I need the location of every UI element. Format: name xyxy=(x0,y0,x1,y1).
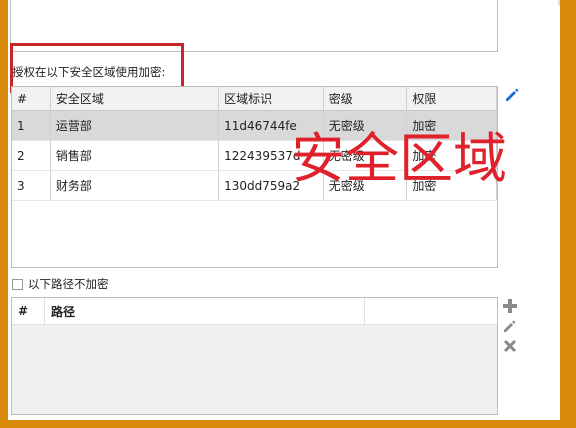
column-header-permission[interactable]: 权限 xyxy=(407,87,497,110)
column-header-zone[interactable]: 安全区域 xyxy=(51,87,220,110)
column-header-level[interactable]: 密级 xyxy=(324,87,408,110)
settings-panel: 授权在以下安全区域使用加密: # 安全区域 区域标识 密级 权限 1 运营部 1… xyxy=(8,0,560,420)
column-header-num[interactable]: # xyxy=(12,87,51,110)
column-header-zone-id[interactable]: 区域标识 xyxy=(219,87,324,110)
zone-name: 销售部 xyxy=(51,141,220,170)
column-header-path[interactable]: 路径 xyxy=(45,298,365,324)
window-corner-icon xyxy=(558,0,560,8)
exclude-paths-option[interactable]: 以下路径不加密 xyxy=(12,276,109,292)
column-header-num[interactable]: # xyxy=(12,298,45,324)
zone-name: 运营部 xyxy=(51,111,220,140)
pencil-icon[interactable] xyxy=(502,318,518,334)
row-num: 1 xyxy=(12,111,51,140)
close-icon[interactable] xyxy=(502,338,518,354)
table-header: # 安全区域 区域标识 密级 权限 xyxy=(12,87,497,111)
exclude-paths-label: 以下路径不加密 xyxy=(28,277,109,291)
pencil-icon[interactable] xyxy=(503,86,521,104)
row-num: 3 xyxy=(12,171,51,200)
exclude-paths-checkbox[interactable] xyxy=(12,278,23,290)
zone-name: 财务部 xyxy=(51,171,220,200)
annotation-overlay-text: 安全区域 xyxy=(291,127,507,190)
column-header-extra[interactable] xyxy=(365,298,497,324)
row-num: 2 xyxy=(12,141,51,170)
table-header: # 路径 xyxy=(12,298,497,325)
excluded-paths-table: # 路径 xyxy=(11,297,498,415)
plus-icon[interactable] xyxy=(502,298,518,314)
path-toolbar xyxy=(502,298,518,354)
